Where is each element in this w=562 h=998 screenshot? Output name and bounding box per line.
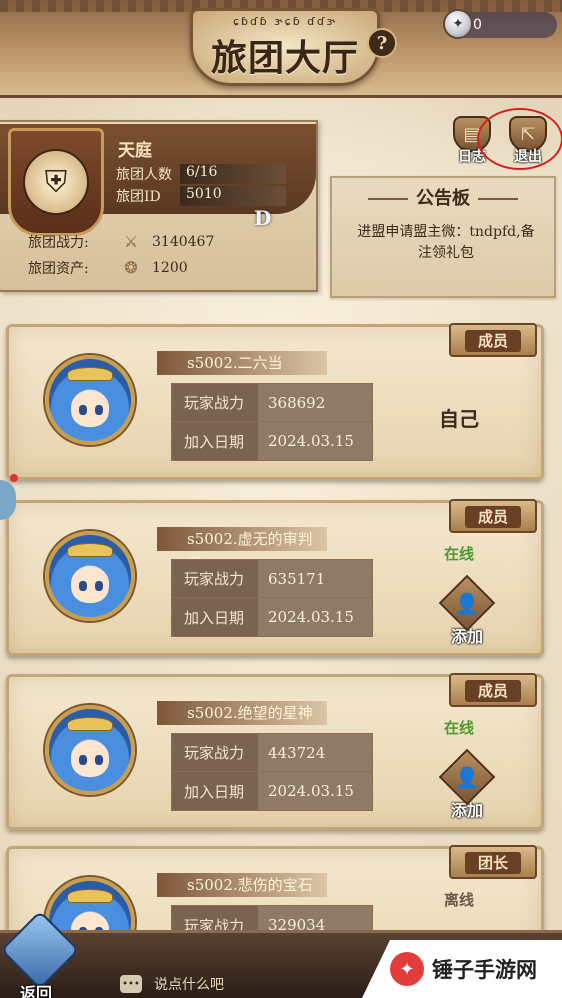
role-tag: 成员 xyxy=(449,323,537,357)
crossed-swords-icon: ⚔ xyxy=(123,232,139,251)
power-value: 368692 xyxy=(258,384,372,421)
power-label: 玩家战力 xyxy=(172,384,258,421)
guild-id-label: 旅团ID xyxy=(116,189,161,205)
hammer-logo-icon: ✦ xyxy=(390,952,424,986)
highlight-circle xyxy=(477,108,562,170)
shield-icon: ⛨ xyxy=(23,149,89,215)
power-value: 443724 xyxy=(258,734,372,771)
add-friend-button[interactable]: 👤 添加 xyxy=(438,748,496,821)
help-button[interactable]: ? xyxy=(367,28,397,58)
notice-title: 公告板 xyxy=(332,184,554,210)
offline-status: 离线 xyxy=(409,889,509,910)
join-date-label: 加入日期 xyxy=(172,598,258,636)
role-tag: 成员 xyxy=(449,499,537,533)
member-name: s5002.绝望的星神 xyxy=(157,701,327,725)
guild-info-panel: ⛨ 天庭 旅团人数 6/16 旅团ID 5010 D 旅团战力: ⚔ 31404… xyxy=(0,120,318,292)
currency-display: ✦ 0 xyxy=(443,9,557,39)
self-indicator: 自己 xyxy=(439,407,479,431)
guild-power-row: 旅团战力: ⚔ 3140467 xyxy=(28,232,214,252)
join-date-value: 2024.03.15 xyxy=(258,598,372,636)
member-name: s5002.虚无的审判者 xyxy=(157,527,327,572)
guild-name: 天庭 xyxy=(118,141,152,161)
member-card[interactable]: 成员 s5002.绝望的星神 玩家战力 443724 加入日期 2024.03.… xyxy=(6,673,544,830)
back-label: 返回 xyxy=(20,984,53,998)
member-avatar[interactable] xyxy=(45,355,135,445)
online-status: 在线 xyxy=(409,543,509,564)
member-stats: 玩家战力 443724 加入日期 2024.03.15 xyxy=(171,733,373,811)
crown-icon xyxy=(67,717,113,731)
title-plate: ɕɓɗɓ ɝɕɓ ɗɗɝ 旅团大厅 xyxy=(190,8,380,86)
role-label: 成员 xyxy=(465,330,521,352)
member-stats: 玩家战力 368692 加入日期 2024.03.15 xyxy=(171,383,373,461)
power-label: 玩家战力 xyxy=(172,560,258,597)
watermark-text: 锤子手游网 xyxy=(432,958,537,982)
title-runes: ɕɓɗɓ ɝɕɓ ɗɗɝ xyxy=(232,15,338,28)
member-avatar[interactable] xyxy=(45,705,135,795)
treasure-icon: ❂ xyxy=(124,258,138,277)
guild-rank-badge: D xyxy=(254,206,272,230)
guild-assets-label: 旅团资产: xyxy=(28,261,89,277)
member-stats: 玩家战力 635171 加入日期 2024.03.15 xyxy=(171,559,373,637)
join-date-label: 加入日期 xyxy=(172,422,258,460)
notice-board: 公告板 进盟申请盟主微：tndpfd,备注领礼包 xyxy=(330,176,556,298)
guild-members-row: 旅团人数 6/16 xyxy=(116,164,286,184)
chat-placeholder: 说点什么吧 xyxy=(154,977,224,993)
guild-assets-row: 旅团资产: ❂ 1200 xyxy=(28,258,188,278)
crown-icon xyxy=(67,543,113,557)
member-avatar[interactable] xyxy=(45,531,135,621)
currency-icon: ✦ xyxy=(443,9,473,39)
crown-icon xyxy=(67,889,113,903)
guild-power-label: 旅团战力: xyxy=(28,235,89,251)
chat-input[interactable]: ••• 说点什么吧 xyxy=(120,972,360,996)
role-tag: 成员 xyxy=(449,673,537,707)
back-button[interactable]: 返回 xyxy=(0,910,80,998)
guild-members-value: 6/16 xyxy=(180,164,286,184)
guild-id-row: 旅团ID 5010 xyxy=(116,186,286,206)
member-name: s5002.悲伤的宝石 xyxy=(157,873,327,897)
guild-emblem: ⛨ xyxy=(8,128,104,236)
power-label: 玩家战力 xyxy=(172,734,258,771)
member-card[interactable]: 成员 s5002.二六当 玩家战力 368692 加入日期 2024.03.15… xyxy=(6,323,544,480)
member-name: s5002.二六当 xyxy=(157,351,327,375)
currency-value: 0 xyxy=(473,17,482,33)
role-label: 成员 xyxy=(465,506,521,528)
guild-assets-value: 1200 xyxy=(152,260,188,276)
role-label: 团长 xyxy=(465,852,521,874)
guild-members-label: 旅团人数 xyxy=(116,167,172,183)
guild-id-value: 5010 xyxy=(180,186,286,206)
crown-icon xyxy=(67,367,113,381)
online-status: 在线 xyxy=(409,717,509,738)
join-date-value: 2024.03.15 xyxy=(258,422,372,460)
power-value: 635171 xyxy=(258,560,372,597)
role-tag: 团长 xyxy=(449,845,537,879)
join-date-label: 加入日期 xyxy=(172,772,258,810)
back-arrow-icon xyxy=(0,910,80,990)
watermark: ✦ 锤子手游网 xyxy=(362,940,562,998)
page-title: 旅团大厅 xyxy=(210,37,359,79)
role-label: 成员 xyxy=(465,680,521,702)
chat-bubble-icon: ••• xyxy=(120,975,142,993)
member-card[interactable]: 成员 s5002.虚无的审判者 玩家战力 635171 加入日期 2024.03… xyxy=(6,499,544,656)
notice-text: 进盟申请盟主微：tndpfd,备注领礼包 xyxy=(357,224,535,261)
add-friend-button[interactable]: 👤 添加 xyxy=(438,574,496,647)
join-date-value: 2024.03.15 xyxy=(258,772,372,810)
guild-power-value: 3140467 xyxy=(152,234,215,250)
